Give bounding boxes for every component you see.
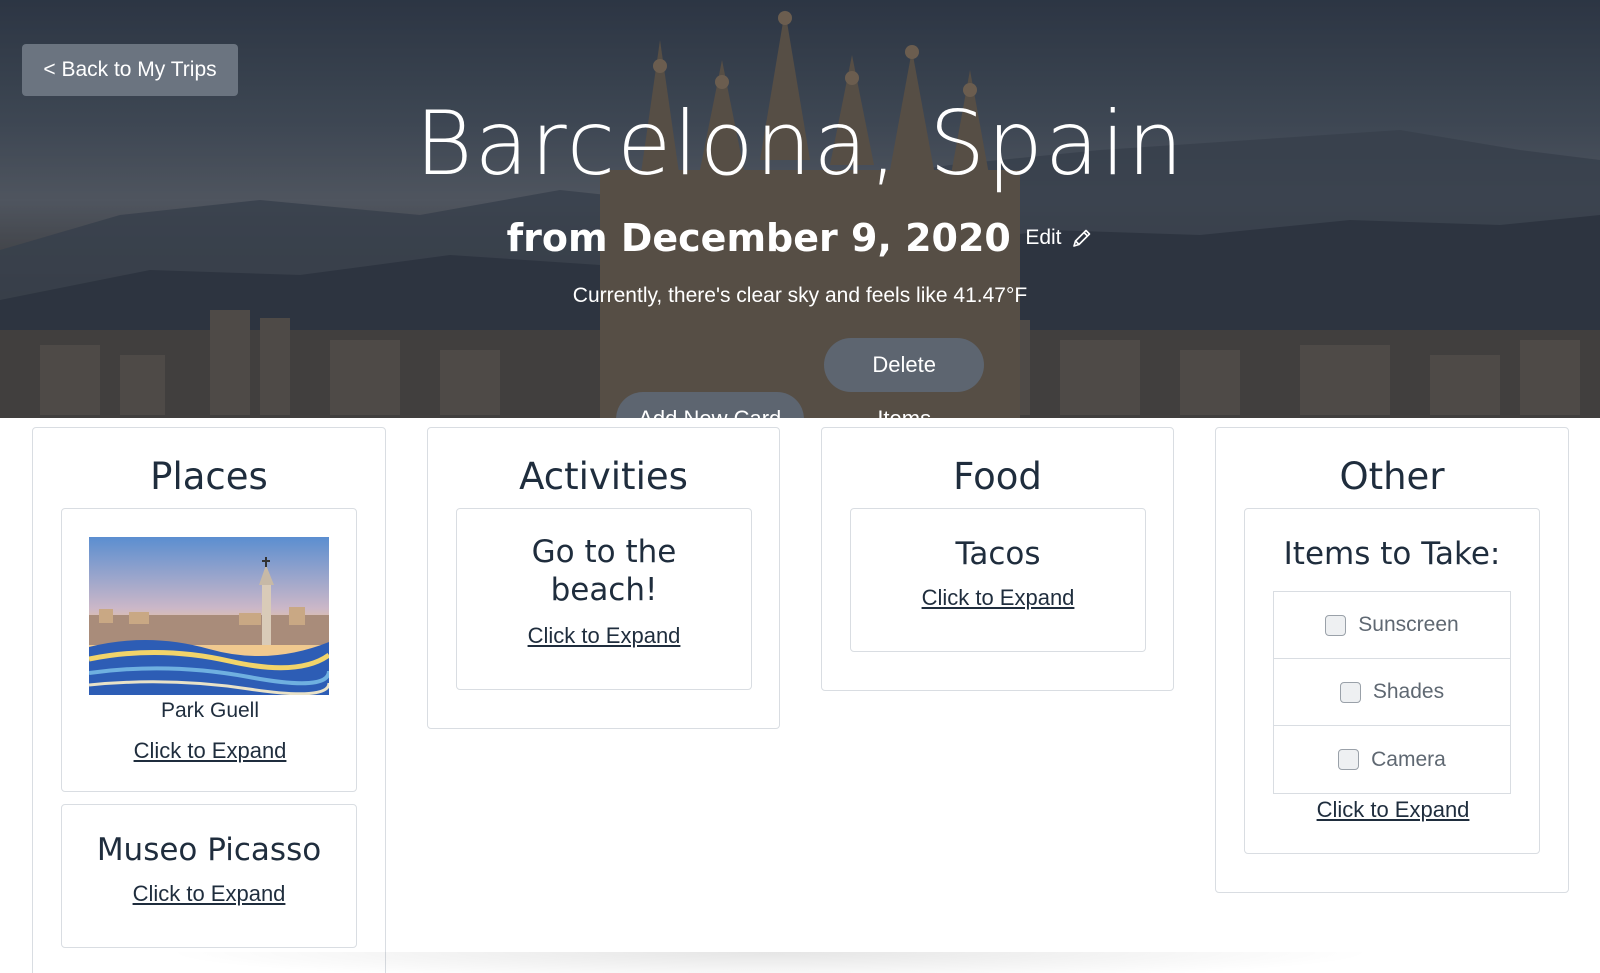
column-title: Activities: [519, 455, 688, 498]
park-guell-image: [89, 537, 329, 695]
column-title: Other: [1339, 455, 1445, 498]
food-card-tacos[interactable]: Tacos Click to Expand: [850, 508, 1146, 652]
expand-link[interactable]: Click to Expand: [133, 881, 286, 907]
expand-link[interactable]: Click to Expand: [62, 738, 358, 764]
checklist-item[interactable]: Sunscreen: [1274, 592, 1510, 659]
weather-text: Currently, there's clear sky and feels l…: [572, 284, 1028, 307]
checkbox[interactable]: [1339, 681, 1361, 703]
column-title: Food: [953, 455, 1042, 498]
column-title: Places: [150, 455, 268, 498]
add-new-card-button[interactable]: Add New Card: [615, 392, 804, 418]
expand-link[interactable]: Click to Expand: [1245, 797, 1541, 823]
card-title-line-1: Go to the: [531, 534, 677, 570]
checklist-item-label: Shades: [1372, 680, 1445, 703]
card-title: Museo Picasso: [96, 832, 322, 868]
edit-dates-link[interactable]: Edit: [1025, 226, 1093, 249]
hero-banner: < Back to My Trips Barcelona, Spain from…: [0, 0, 1600, 418]
card-title: Items to Take:: [1283, 536, 1501, 572]
column-places: Places Park Guell Click to Expand Museo …: [32, 427, 386, 973]
column-other: Other Items to Take: Sunscreen Shades Ca…: [1215, 427, 1569, 893]
checkbox[interactable]: [1338, 749, 1360, 770]
expand-link[interactable]: Click to Expand: [528, 623, 681, 649]
trip-title: Barcelona, Spain: [414, 92, 1186, 195]
other-card-items-to-take[interactable]: Items to Take: Sunscreen Shades Camera C…: [1244, 508, 1540, 854]
checkbox[interactable]: [1325, 614, 1347, 636]
checklist-item[interactable]: Shades: [1274, 659, 1510, 726]
card-title: Tacos: [955, 536, 1041, 572]
checklist: Sunscreen Shades Camera: [1273, 591, 1511, 794]
delete-items-button[interactable]: Delete Items: [824, 338, 985, 418]
column-food: Food Tacos Click to Expand: [821, 427, 1174, 691]
park-guell-photo: [89, 537, 329, 695]
back-to-trips-button[interactable]: < Back to My Trips: [22, 44, 238, 96]
column-activities: Activities Go to the beach! Click to Exp…: [427, 427, 780, 729]
bottom-shadow: [160, 952, 1380, 973]
place-card-park-guell[interactable]: Park Guell Click to Expand: [61, 508, 357, 792]
hero-actions: Add New Card Delete Items: [0, 338, 1600, 418]
expand-link[interactable]: Click to Expand: [922, 585, 1075, 611]
card-title-line-2: beach!: [550, 572, 658, 608]
edit-label: Edit: [1025, 226, 1062, 249]
place-card-museo-picasso[interactable]: Museo Picasso Click to Expand: [61, 804, 357, 948]
pencil-icon: [1073, 230, 1091, 248]
trip-dates: from December 9, 2020: [506, 216, 1011, 260]
checklist-item[interactable]: Camera: [1274, 726, 1510, 793]
checklist-item-label: Sunscreen: [1358, 613, 1459, 636]
place-caption: Park Guell: [160, 699, 260, 722]
activity-card-beach[interactable]: Go to the beach! Click to Expand: [456, 508, 752, 690]
checklist-item-label: Camera: [1371, 747, 1446, 771]
trip-dates-row: from December 9, 2020 Edit: [0, 216, 1600, 260]
